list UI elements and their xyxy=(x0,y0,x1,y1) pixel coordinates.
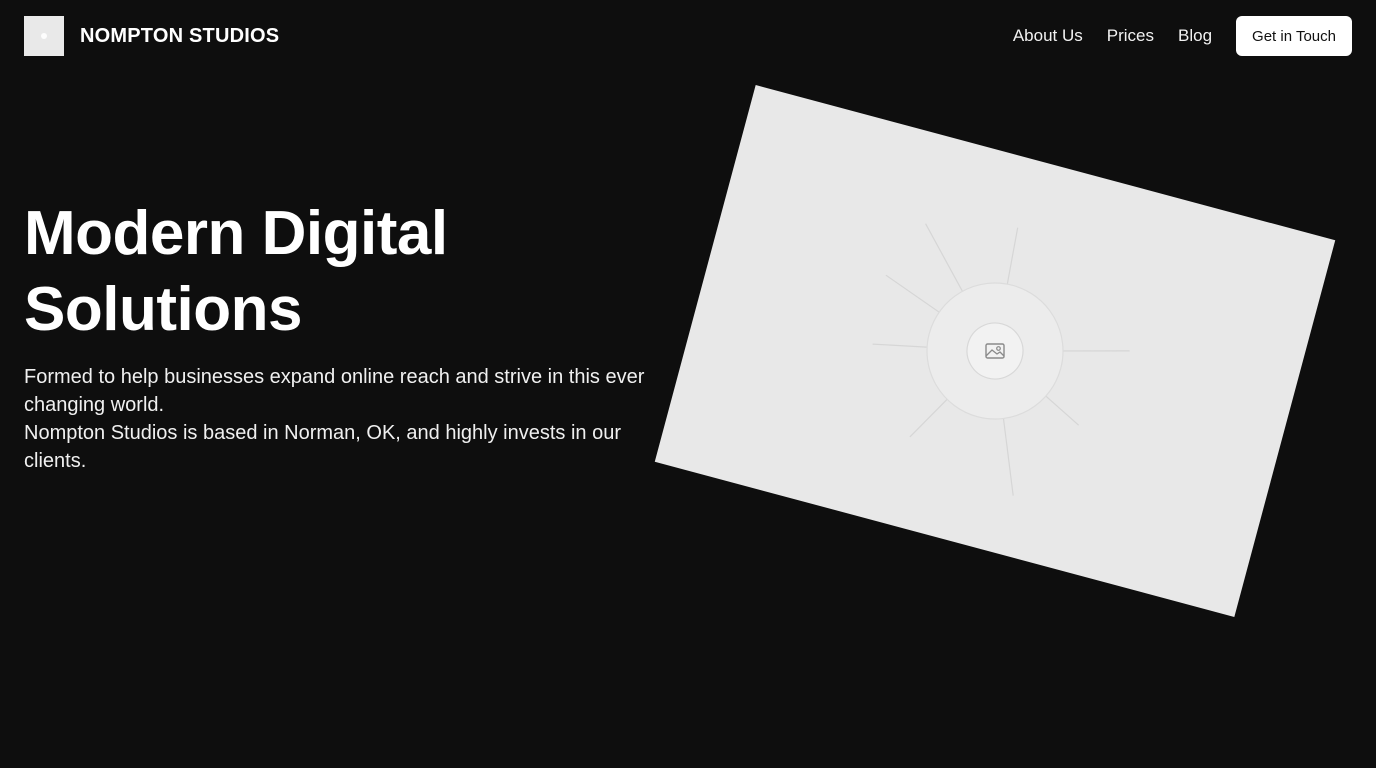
site-header: NOMPTON STUDIOS About Us Prices Blog Get… xyxy=(0,0,1376,72)
get-in-touch-button[interactable]: Get in Touch xyxy=(1236,16,1352,56)
hero-paragraph-2: Nompton Studios is based in Norman, OK, … xyxy=(24,422,621,472)
nav-link-prices[interactable]: Prices xyxy=(1107,16,1154,56)
main-nav: About Us Prices Blog Get in Touch xyxy=(1013,16,1352,56)
hero-title: Modern Digital Solutions xyxy=(24,196,644,348)
page: NOMPTON STUDIOS About Us Prices Blog Get… xyxy=(0,0,1376,768)
hero-title-line-2: Solutions xyxy=(24,275,302,344)
hero-title-line-1: Modern Digital xyxy=(24,199,448,268)
logo-dot xyxy=(41,33,47,39)
brand-name[interactable]: NOMPTON STUDIOS xyxy=(80,24,279,48)
hero-image-placeholder xyxy=(654,84,1336,618)
nav-link-blog[interactable]: Blog xyxy=(1178,16,1212,56)
image-placeholder-graphic xyxy=(872,223,1130,496)
hero-paragraph-1: Formed to help businesses expand online … xyxy=(24,366,645,416)
nav-link-about-us[interactable]: About Us xyxy=(1013,16,1083,56)
hero-description: Formed to help businesses expand online … xyxy=(24,363,684,475)
logo-icon[interactable] xyxy=(24,16,64,56)
